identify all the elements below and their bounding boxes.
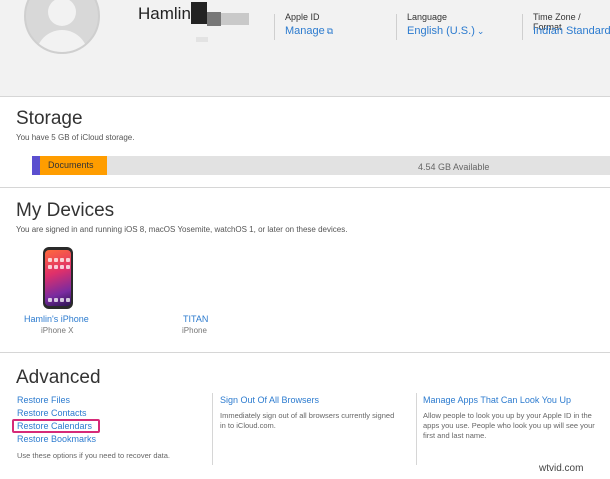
- header-divider: [396, 14, 397, 40]
- device-name-titan[interactable]: TITAN: [183, 314, 208, 324]
- timezone-select[interactable]: Indian Standard: [533, 25, 610, 37]
- storage-bar-other-segment: [32, 156, 40, 175]
- sign-out-description: Immediately sign out of all browsers cur…: [220, 411, 395, 430]
- avatar-head-shape: [48, 0, 76, 26]
- storage-bar-documents-label: Documents: [48, 160, 94, 170]
- storage-subtitle: You have 5 GB of iCloud storage.: [16, 133, 135, 142]
- storage-title: Storage: [16, 108, 83, 129]
- device-model: iPhone X: [41, 326, 74, 335]
- manage-apps-lookup-link[interactable]: Manage Apps That Can Look You Up: [423, 395, 571, 405]
- app-icon: [66, 258, 70, 262]
- dock-icon: [54, 298, 58, 302]
- chevron-down-icon: ⌄: [476, 26, 485, 36]
- redacted-email-block: [196, 37, 208, 42]
- advanced-title: Advanced: [16, 367, 101, 388]
- column-divider: [212, 393, 213, 465]
- language-value: English (U.S.): [407, 25, 475, 37]
- language-select[interactable]: English (U.S.) ⌄: [407, 25, 484, 37]
- app-icon: [60, 265, 64, 269]
- device-model: iPhone: [182, 326, 207, 335]
- header-divider: [522, 14, 523, 40]
- restore-note: Use these options if you need to recover…: [17, 451, 171, 460]
- devices-subtitle: You are signed in and running iOS 8, mac…: [16, 225, 348, 234]
- app-icon: [54, 265, 58, 269]
- iphone-device-image[interactable]: [43, 247, 73, 309]
- storage-available-text: 4.54 GB Available: [418, 162, 490, 172]
- dock-icon: [60, 298, 64, 302]
- redacted-name-block: [191, 2, 207, 24]
- redacted-name-block: [221, 13, 249, 25]
- manage-apps-description: Allow people to look you up by your Appl…: [423, 411, 595, 440]
- devices-title: My Devices: [16, 200, 115, 221]
- storage-bar[interactable]: Documents: [32, 156, 610, 175]
- apple-id-label: Apple ID: [285, 12, 320, 22]
- manage-link-label: Manage: [285, 25, 325, 37]
- column-divider: [416, 393, 417, 465]
- manage-apple-id-link[interactable]: Manage ⧉: [285, 25, 333, 37]
- sign-out-all-browsers-link[interactable]: Sign Out Of All Browsers: [220, 395, 319, 405]
- dock-icon: [48, 298, 52, 302]
- header-divider: [274, 14, 275, 40]
- app-icon: [48, 258, 52, 262]
- app-icon: [60, 258, 64, 262]
- avatar[interactable]: [24, 0, 100, 54]
- avatar-body-shape: [36, 30, 88, 52]
- restore-calendars-highlight: [12, 419, 100, 433]
- language-label: Language: [407, 12, 448, 22]
- restore-bookmarks-link[interactable]: Restore Bookmarks: [17, 434, 96, 444]
- device-name-hamlins-iphone[interactable]: Hamlin's iPhone: [24, 314, 89, 324]
- redacted-name-block: [207, 12, 221, 26]
- iphone-screen: [45, 250, 71, 306]
- app-icon: [48, 265, 52, 269]
- account-name: Hamlin: [138, 4, 191, 23]
- watermark: wtvid.com: [539, 463, 584, 474]
- restore-files-link[interactable]: Restore Files: [17, 395, 70, 405]
- app-icon: [54, 258, 58, 262]
- section-divider: [0, 352, 610, 353]
- dock-icon: [66, 298, 70, 302]
- restore-contacts-link[interactable]: Restore Contacts: [17, 408, 87, 418]
- app-icon: [66, 265, 70, 269]
- account-header: Hamlin Apple ID Manage ⧉ Language English…: [0, 0, 610, 97]
- iphone-notch: [52, 247, 60, 250]
- external-link-icon: ⧉: [326, 26, 334, 36]
- section-divider: [0, 187, 610, 188]
